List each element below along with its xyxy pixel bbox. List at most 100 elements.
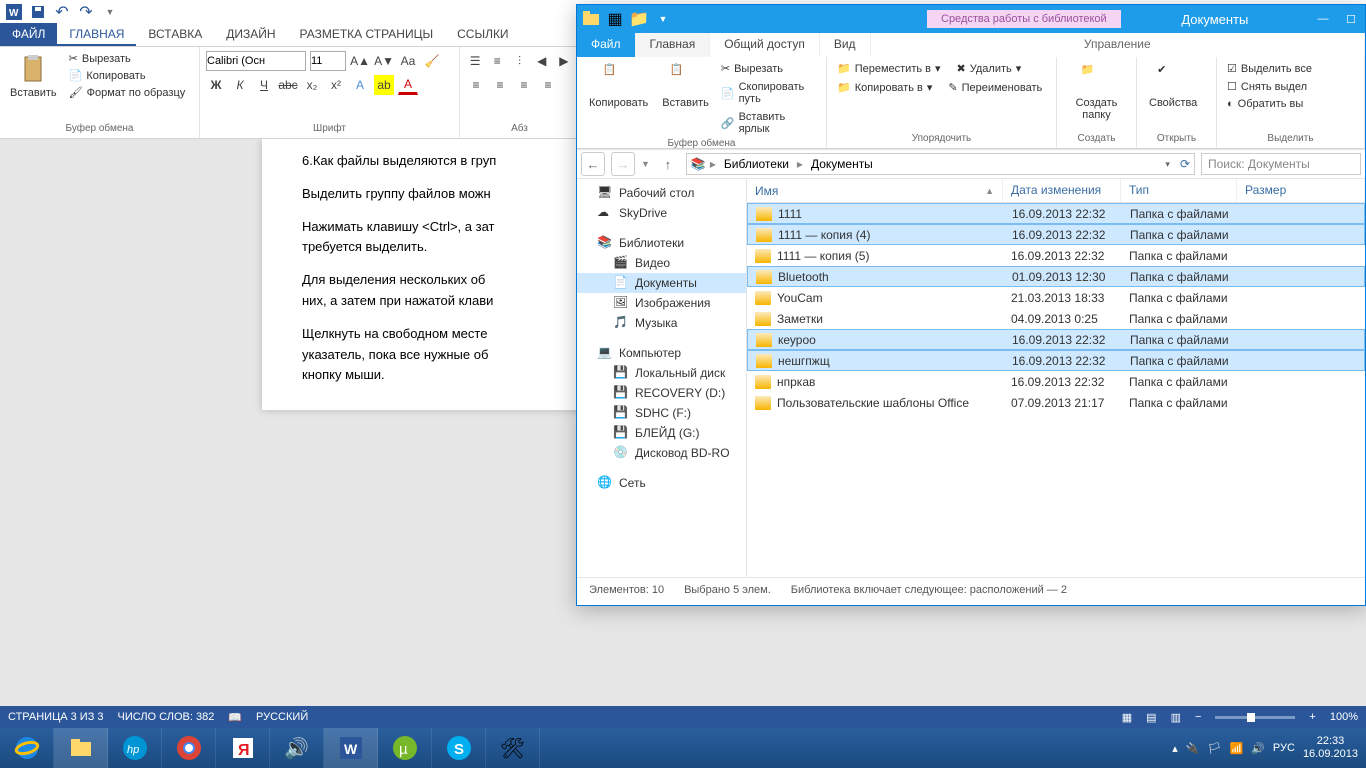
taskbar-yandex[interactable]: Я <box>216 728 270 768</box>
exp-copy-button[interactable]: 📋Копировать <box>585 61 652 136</box>
back-button[interactable]: ← <box>581 152 605 176</box>
maximize-button[interactable]: ☐ <box>1337 9 1365 29</box>
view-web-icon[interactable]: ▥ <box>1171 711 1181 724</box>
exp-cut-button[interactable]: ✂Вырезать <box>719 61 818 76</box>
tray-network-icon[interactable]: 📶 <box>1230 742 1244 755</box>
text-effects-icon[interactable]: A <box>350 75 370 95</box>
breadcrumb-libraries[interactable]: Библиотеки <box>720 157 793 171</box>
file-row[interactable]: Пользовательские шаблоны Office07.09.201… <box>747 392 1365 413</box>
bold-button[interactable]: Ж <box>206 75 226 95</box>
tree-libraries[interactable]: 📚Библиотеки <box>577 233 746 253</box>
qat-menu-icon[interactable]: ▼ <box>102 4 118 20</box>
shrink-font-icon[interactable]: A▼ <box>374 51 394 71</box>
decrease-indent-icon[interactable]: ◀ <box>533 51 551 71</box>
tree-images[interactable]: 🖼Изображения <box>577 293 746 313</box>
exp-tab-home[interactable]: Главная <box>636 33 711 57</box>
properties-button[interactable]: ✔Свойства <box>1145 61 1201 131</box>
taskbar-explorer[interactable] <box>54 728 108 768</box>
increase-indent-icon[interactable]: ▶ <box>555 51 573 71</box>
chevron-right-icon[interactable]: ▸ <box>710 157 716 171</box>
tab-design[interactable]: ДИЗАЙН <box>214 23 287 46</box>
exp-copypath-button[interactable]: 📄Скопировать путь <box>719 80 818 106</box>
tab-insert[interactable]: ВСТАВКА <box>136 23 214 46</box>
tree-music[interactable]: 🎵Музыка <box>577 313 746 333</box>
navigation-tree[interactable]: 🖥Рабочий стол ☁SkyDrive 📚Библиотеки 🎬Вид… <box>577 179 747 577</box>
exp-tab-manage[interactable]: Управление <box>871 33 1365 57</box>
dropdown-icon[interactable]: ▾ <box>1165 159 1170 170</box>
properties-icon[interactable]: ▦ <box>605 9 625 29</box>
qat-dropdown-icon[interactable]: ▼ <box>653 9 673 29</box>
new-folder-icon[interactable]: 📁 <box>629 9 649 29</box>
justify-icon[interactable]: ≡ <box>538 75 558 95</box>
save-icon[interactable] <box>30 4 46 20</box>
tab-home[interactable]: ГЛАВНАЯ <box>57 23 136 46</box>
taskbar-utorrent[interactable]: µ <box>378 728 432 768</box>
tray-action-icon[interactable]: 🏳 <box>1208 742 1222 755</box>
file-row[interactable]: 111116.09.2013 22:32Папка с файлами <box>747 203 1365 224</box>
delete-button[interactable]: ✖Удалить ▾ <box>955 61 1024 76</box>
zoom-in-icon[interactable]: + <box>1309 711 1315 723</box>
breadcrumb[interactable]: 📚 ▸ Библиотеки ▸ Документы ▾ ⟳ <box>686 153 1195 175</box>
multilevel-icon[interactable]: ⫶ <box>510 51 528 71</box>
paste-button[interactable]: Вставить <box>6 51 61 101</box>
copy-button[interactable]: 📄Копировать <box>67 68 188 83</box>
change-case-icon[interactable]: Aa <box>398 51 418 71</box>
copyto-button[interactable]: 📁Копировать в ▾ <box>835 80 934 95</box>
superscript-button[interactable]: x² <box>326 75 346 95</box>
clear-format-icon[interactable]: 🧹 <box>422 51 442 71</box>
zoom-slider[interactable] <box>1215 716 1295 719</box>
column-size[interactable]: Размер <box>1237 179 1365 202</box>
file-row[interactable]: нешгпжщ16.09.2013 22:32Папка с файлами <box>747 350 1365 371</box>
tab-file[interactable]: ФАЙЛ <box>0 23 57 46</box>
file-row[interactable]: нпркав16.09.2013 22:32Папка с файлами <box>747 371 1365 392</box>
file-row[interactable]: Заметки04.09.2013 0:25Папка с файлами <box>747 308 1365 329</box>
tree-video[interactable]: 🎬Видео <box>577 253 746 273</box>
tab-references[interactable]: ССЫЛКИ <box>445 23 520 46</box>
tree-documents[interactable]: 📄Документы <box>577 273 746 293</box>
strike-button[interactable]: abc <box>278 75 298 95</box>
file-row[interactable]: Bluetooth01.09.2013 12:30Папка с файлами <box>747 266 1365 287</box>
explorer-titlebar[interactable]: ▦ 📁 ▼ Средства работы с библиотекой Доку… <box>577 5 1365 33</box>
spellcheck-icon[interactable]: 📖 <box>228 711 242 724</box>
newfolder-button[interactable]: 📁Создать папку <box>1065 61 1128 131</box>
font-color-icon[interactable]: A <box>398 75 418 95</box>
exp-paste-button[interactable]: 📋Вставить <box>658 61 713 136</box>
tray-volume-icon[interactable]: 🔊 <box>1251 742 1265 755</box>
file-row[interactable]: 1111 — копия (4)16.09.2013 22:32Папка с … <box>747 224 1365 245</box>
align-left-icon[interactable]: ≡ <box>466 75 486 95</box>
view-read-icon[interactable]: ▤ <box>1146 711 1156 724</box>
numbering-icon[interactable]: ≡ <box>488 51 506 71</box>
taskbar-app[interactable]: 🛠 <box>486 728 540 768</box>
taskbar-ie[interactable] <box>0 728 54 768</box>
bullets-icon[interactable]: ☰ <box>466 51 484 71</box>
word-app-icon[interactable]: W <box>6 4 22 20</box>
up-button[interactable]: ↑ <box>656 152 680 176</box>
taskbar-skype[interactable]: S <box>432 728 486 768</box>
history-dropdown-icon[interactable]: ▼ <box>641 159 650 169</box>
highlight-icon[interactable]: ab <box>374 75 394 95</box>
library-tools-tab[interactable]: Средства работы с библиотекой <box>927 10 1121 28</box>
breadcrumb-documents[interactable]: Документы <box>807 157 877 171</box>
tray-clock[interactable]: 22:33 16.09.2013 <box>1303 735 1358 761</box>
tree-recovery[interactable]: 💾RECOVERY (D:) <box>577 383 746 403</box>
search-input[interactable]: Поиск: Документы <box>1201 153 1361 175</box>
column-date[interactable]: Дата изменения <box>1003 179 1121 202</box>
taskbar-volume[interactable]: 🔊 <box>270 728 324 768</box>
file-row[interactable]: YouCam21.03.2013 18:33Папка с файлами <box>747 287 1365 308</box>
column-type[interactable]: Тип <box>1121 179 1237 202</box>
subscript-button[interactable]: x₂ <box>302 75 322 95</box>
file-row[interactable]: кеуроо16.09.2013 22:32Папка с файлами <box>747 329 1365 350</box>
taskbar-chrome[interactable] <box>162 728 216 768</box>
tree-bdrom[interactable]: 💿Дисковод BD-RO <box>577 443 746 463</box>
file-rows[interactable]: 111116.09.2013 22:32Папка с файлами1111 … <box>747 203 1365 413</box>
tree-computer[interactable]: 💻Компьютер <box>577 343 746 363</box>
tray-language[interactable]: РУС <box>1273 742 1295 754</box>
zoom-out-icon[interactable]: − <box>1195 711 1201 723</box>
moveto-button[interactable]: 📁Переместить в ▾ <box>835 61 943 76</box>
redo-icon[interactable]: ↷ <box>78 4 94 20</box>
exp-tab-share[interactable]: Общий доступ <box>710 33 820 57</box>
tree-network[interactable]: 🌐Сеть <box>577 473 746 493</box>
exp-pastelink-button[interactable]: 🔗Вставить ярлык <box>719 110 818 136</box>
selectall-button[interactable]: ☑Выделить все <box>1225 61 1356 76</box>
minimize-button[interactable]: — <box>1309 9 1337 29</box>
